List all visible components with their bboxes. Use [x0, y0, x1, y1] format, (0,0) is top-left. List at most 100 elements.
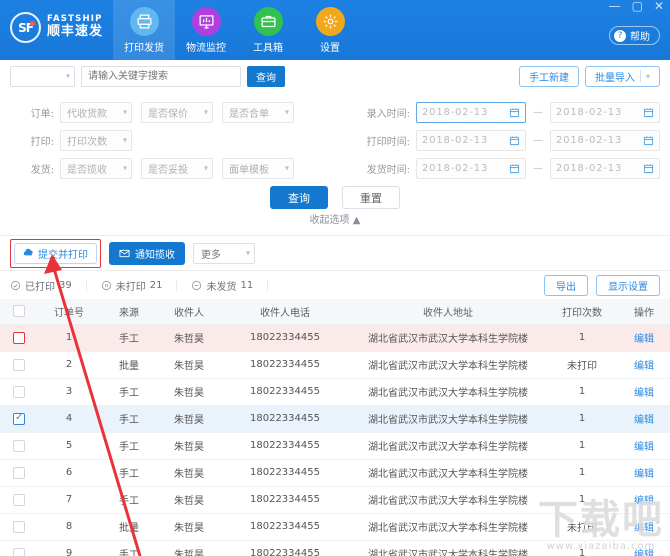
- row-checkbox-cell[interactable]: [0, 351, 38, 379]
- row-checkbox-cell[interactable]: [0, 378, 38, 406]
- column-actions: 操作: [618, 299, 670, 325]
- nav-item-logistics-monitor[interactable]: 物流监控: [175, 0, 237, 60]
- cell-source: 手工: [100, 459, 158, 487]
- row-edit-button[interactable]: 编辑: [618, 432, 670, 460]
- row-edit-button[interactable]: 编辑: [618, 486, 670, 514]
- submit-print-highlight-annotation: 提交并打印: [10, 238, 101, 268]
- date-input-ship-from[interactable]: 2018-02-13: [416, 157, 526, 179]
- window-controls[interactable]: — ▢ ✕: [609, 0, 664, 12]
- calendar-icon[interactable]: [643, 163, 654, 174]
- row-checkbox[interactable]: [13, 358, 25, 371]
- nav-item-settings[interactable]: 设置: [299, 0, 361, 60]
- row-checkbox[interactable]: [13, 493, 25, 506]
- filter-select-insured[interactable]: 是否保价 ▾: [141, 101, 213, 123]
- nav-item-print-ship[interactable]: 打印发货: [113, 0, 175, 60]
- date-input-print-to[interactable]: 2018-02-13: [550, 129, 660, 151]
- row-edit-button[interactable]: 编辑: [618, 405, 670, 433]
- manual-new-button[interactable]: 手工新建: [518, 65, 579, 87]
- table-row[interactable]: 1 手工 朱哲昊 18022334455 湖北省武汉市武汉大学本科生学院楼 1 编辑: [0, 324, 670, 352]
- row-checkbox[interactable]: [13, 385, 25, 398]
- row-checkbox-cell[interactable]: [0, 513, 38, 541]
- row-checkbox[interactable]: [13, 466, 25, 479]
- status-tab-unshipped[interactable]: 未发货 11: [191, 278, 269, 293]
- date-input-ship-to[interactable]: 2018-02-13: [550, 157, 660, 179]
- filter-select-waybill-template[interactable]: 面单模板 ▾: [222, 157, 294, 179]
- row-checkbox-cell[interactable]: [0, 432, 38, 460]
- filter-value: 是否保价: [148, 108, 188, 120]
- submit-and-print-button[interactable]: 提交并打印: [14, 242, 97, 264]
- cell-recipient: 朱哲昊: [158, 324, 220, 352]
- calendar-icon[interactable]: [509, 163, 520, 174]
- table-row[interactable]: 6 手工 朱哲昊 18022334455 湖北省武汉市武汉大学本科生学院楼 1 编辑: [0, 459, 670, 487]
- minimize-icon[interactable]: —: [609, 0, 621, 12]
- filter-select-pickup[interactable]: 是否揽收 ▾: [60, 157, 132, 179]
- date-range-dash: —: [533, 106, 543, 118]
- maximize-icon[interactable]: ▢: [632, 0, 643, 12]
- help-button[interactable]: ? 帮助: [609, 26, 660, 45]
- cell-print-count: 1: [546, 324, 618, 352]
- table-row[interactable]: 5 手工 朱哲昊 18022334455 湖北省武汉市武汉大学本科生学院楼 1 编辑: [0, 432, 670, 460]
- chevron-down-icon[interactable]: ▾: [646, 72, 650, 81]
- close-icon[interactable]: ✕: [654, 0, 664, 12]
- table-row[interactable]: 3 手工 朱哲昊 18022334455 湖北省武汉市武汉大学本科生学院楼 1 编辑: [0, 378, 670, 406]
- row-checkbox[interactable]: [13, 412, 25, 425]
- brand-text: FASTSHIP 顺丰速发: [47, 14, 103, 40]
- search-query-button[interactable]: 查询: [247, 65, 285, 87]
- export-button[interactable]: 导出: [544, 274, 588, 296]
- search-input[interactable]: [81, 65, 241, 87]
- filter-select-cod[interactable]: 代收货款 ▾: [60, 101, 132, 123]
- nav-item-toolbox[interactable]: 工具箱: [237, 0, 299, 60]
- filter-label-shipping: 发货:: [30, 164, 54, 176]
- table-row[interactable]: 2 批量 朱哲昊 18022334455 湖北省武汉市武汉大学本科生学院楼 未打印 编辑: [0, 351, 670, 379]
- more-actions-select[interactable]: 更多 ▾: [193, 242, 255, 264]
- nav-label: 工具箱: [253, 42, 283, 54]
- row-edit-button[interactable]: 编辑: [618, 351, 670, 379]
- row-edit-button[interactable]: 编辑: [618, 513, 670, 541]
- filter-reset-button[interactable]: 重置: [342, 186, 400, 209]
- select-all-header: [0, 299, 38, 325]
- row-edit-button[interactable]: 编辑: [618, 540, 670, 556]
- filter-select-delivered[interactable]: 是否妥投 ▾: [141, 157, 213, 179]
- status-tab-printed[interactable]: 已打印 39: [10, 278, 87, 293]
- calendar-icon[interactable]: [509, 107, 520, 118]
- filter-query-button[interactable]: 查询: [270, 186, 328, 209]
- row-checkbox[interactable]: [13, 520, 25, 533]
- row-checkbox[interactable]: [13, 331, 25, 344]
- table-row[interactable]: 7 手工 朱哲昊 18022334455 湖北省武汉市武汉大学本科生学院楼 1 编辑: [0, 486, 670, 514]
- notify-pickup-button[interactable]: 通知揽收: [109, 241, 185, 265]
- date-input-print-from[interactable]: 2018-02-13: [416, 129, 526, 151]
- table-row[interactable]: 9 手工 朱哲昊 18022334455 湖北省武汉市武汉大学本科生学院楼 1 编辑: [0, 540, 670, 556]
- filter-select-merged[interactable]: 是否合单 ▾: [222, 101, 294, 123]
- status-tab-unprinted[interactable]: 未打印 21: [101, 278, 178, 293]
- collapse-options-toggle[interactable]: 收起选项 ▲: [310, 215, 361, 226]
- display-settings-button[interactable]: 显示设置: [596, 274, 660, 296]
- cell-order-no: 7: [38, 486, 100, 514]
- more-label: 更多: [201, 249, 221, 261]
- cell-print-count: 未打印: [546, 513, 618, 541]
- batch-import-button[interactable]: 批量导入 ▾: [584, 65, 660, 87]
- search-category-select[interactable]: ▾: [10, 65, 75, 87]
- row-checkbox-cell[interactable]: [0, 405, 38, 433]
- calendar-icon[interactable]: [509, 135, 520, 146]
- cell-source: 批量: [100, 351, 158, 379]
- row-edit-button[interactable]: 编辑: [618, 324, 670, 352]
- row-edit-button[interactable]: 编辑: [618, 378, 670, 406]
- date-filter-print-time: 打印时间: 2018-02-13 — 2018-02-13: [354, 129, 660, 151]
- calendar-icon[interactable]: [643, 107, 654, 118]
- row-checkbox-cell[interactable]: [0, 324, 38, 352]
- row-checkbox-cell[interactable]: [0, 486, 38, 514]
- select-all-checkbox[interactable]: [13, 305, 25, 318]
- row-checkbox[interactable]: [13, 547, 25, 556]
- date-input-entry-to[interactable]: 2018-02-13: [550, 101, 660, 123]
- table-row[interactable]: 8 批量 朱哲昊 18022334455 湖北省武汉市武汉大学本科生学院楼 未打印 编辑: [0, 513, 670, 541]
- row-checkbox[interactable]: [13, 439, 25, 452]
- calendar-icon[interactable]: [643, 135, 654, 146]
- cell-address: 湖北省武汉市武汉大学本科生学院楼: [350, 432, 546, 460]
- row-edit-button[interactable]: 编辑: [618, 459, 670, 487]
- filter-select-print-count[interactable]: 打印次数 ▾: [60, 129, 132, 151]
- row-checkbox-cell[interactable]: [0, 540, 38, 556]
- table-row[interactable]: 4手工朱哲昊18022334455湖北省武汉市武汉大学本科生学院楼1编辑: [0, 405, 670, 433]
- date-input-entry-from[interactable]: 2018-02-13: [416, 101, 526, 123]
- cell-phone: 18022334455: [220, 351, 350, 379]
- row-checkbox-cell[interactable]: [0, 459, 38, 487]
